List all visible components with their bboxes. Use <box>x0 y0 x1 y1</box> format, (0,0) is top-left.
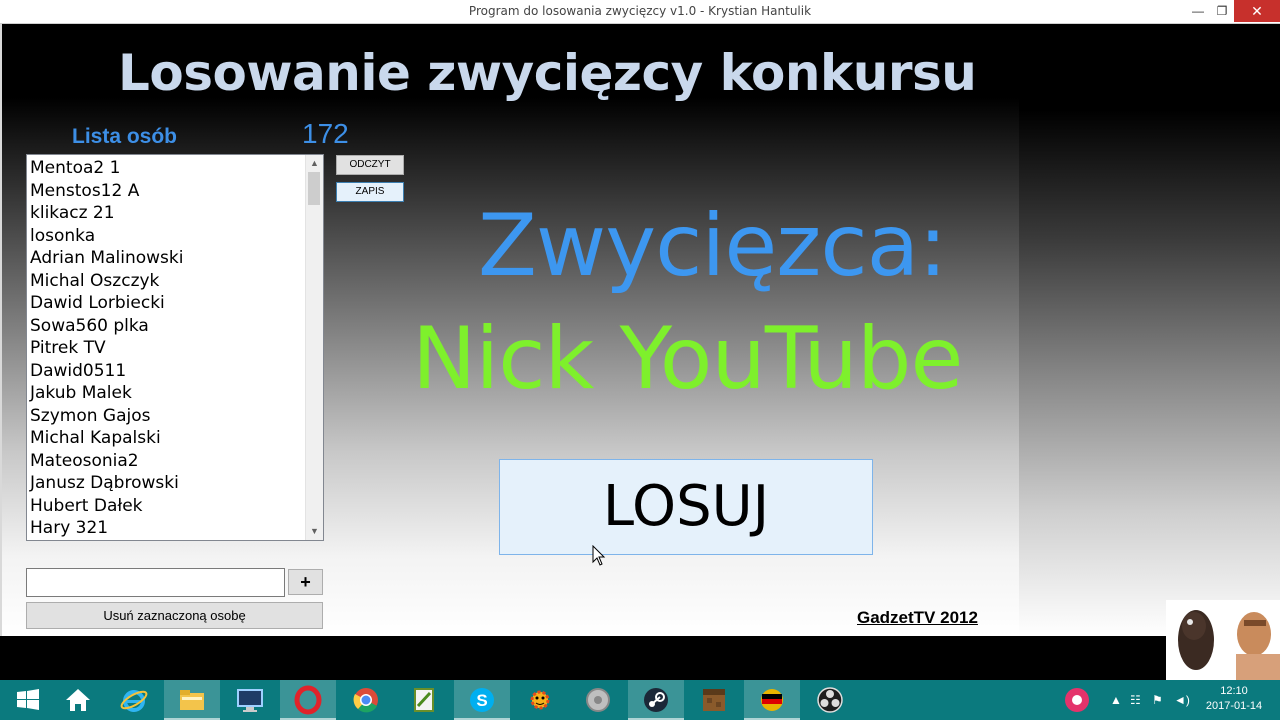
footer-credit: GadzetTV 2012 <box>857 608 978 627</box>
scroll-down-icon[interactable]: ▼ <box>306 523 323 540</box>
taskbar-obs[interactable] <box>802 680 858 720</box>
character-overlay-image <box>1166 600 1280 680</box>
show-hidden-icons-icon[interactable]: ▲ <box>1110 693 1122 707</box>
chrome-icon <box>353 688 378 713</box>
add-person-button[interactable]: + <box>288 569 323 595</box>
list-item[interactable]: Hubert Dałek <box>30 495 183 518</box>
new-person-input[interactable] <box>26 568 285 597</box>
list-item[interactable]: Janusz Dąbrowski <box>30 472 183 495</box>
taskbar-monitor[interactable] <box>222 680 278 720</box>
list-item[interactable]: Adrian Malinowski <box>30 247 183 270</box>
steam-icon <box>644 688 668 712</box>
skype-icon: S <box>470 688 494 712</box>
taskbar-notepad[interactable] <box>396 680 452 720</box>
draw-button[interactable]: LOSUJ <box>499 459 873 555</box>
list-item[interactable]: Dawid0511 <box>30 360 183 383</box>
taskbar-steam[interactable] <box>628 680 684 720</box>
taskbar-skype[interactable]: S <box>454 680 510 720</box>
list-item[interactable]: Mateosonia2 <box>30 450 183 473</box>
minecraft-icon <box>703 689 725 711</box>
restore-button[interactable]: ❐ <box>1208 0 1236 22</box>
app-form: Losowanie zwycięzcy konkursu Lista osób … <box>2 24 1019 636</box>
list-item[interactable]: Dawid Lorbiecki <box>30 292 183 315</box>
scrollbar-thumb[interactable] <box>308 172 320 205</box>
taskbar-ie[interactable] <box>106 680 162 720</box>
volume-icon[interactable]: ◄) <box>1174 693 1190 707</box>
taskbar-home[interactable] <box>50 680 106 720</box>
page-title: Losowanie zwycięzcy konkursu <box>118 44 977 102</box>
list-item[interactable]: losonka <box>30 225 183 248</box>
people-count: 172 <box>302 118 349 149</box>
home-icon <box>66 689 90 711</box>
flag-app-icon <box>761 689 783 711</box>
remove-selected-button[interactable]: Usuń zaznaczoną osobę <box>26 602 323 629</box>
speaker-app-icon <box>586 688 610 712</box>
taskbar-speaker-app[interactable] <box>570 680 626 720</box>
sun-app-icon <box>530 690 550 710</box>
window-titlebar: Program do losowania zwycięzcy v1.0 - Kr… <box>0 0 1280 24</box>
clock-time: 12:10 <box>1220 685 1248 697</box>
right-background-pane <box>1019 24 1280 636</box>
system-tray: ▲ ☷ ⚑ ◄) 12:10 2017-01-14 <box>1048 680 1280 720</box>
tray-app-icon[interactable] <box>1062 685 1092 715</box>
taskbar-minecraft[interactable] <box>686 680 742 720</box>
notepad-icon <box>414 688 434 712</box>
list-item[interactable]: Michal Oszczyk <box>30 270 183 293</box>
read-button[interactable]: ODCZYT <box>336 155 404 175</box>
opera-icon <box>294 685 322 715</box>
client-area: Losowanie zwycięzcy konkursu Lista osób … <box>0 24 1280 636</box>
action-center-icon[interactable]: ⚑ <box>1152 693 1163 707</box>
taskbar: S ▲ ☷ ⚑ ◄) 12:10 2017-01-14 <box>0 680 1280 720</box>
file-explorer-icon <box>180 690 204 710</box>
mouse-cursor-icon <box>592 545 606 566</box>
taskbar-opera[interactable] <box>280 680 336 720</box>
list-item[interactable]: Michal Kapalski <box>30 427 183 450</box>
internet-explorer-icon <box>120 690 148 712</box>
list-item[interactable]: Pitrek TV <box>30 337 183 360</box>
taskbar-flag-app[interactable] <box>744 680 800 720</box>
taskbar-sun-app[interactable] <box>512 680 568 720</box>
close-button[interactable]: ✕ <box>1234 0 1280 22</box>
taskbar-clock[interactable]: 12:10 2017-01-14 <box>1204 684 1264 714</box>
monitor-icon <box>237 689 263 712</box>
list-item[interactable]: Hary 321 <box>30 517 183 540</box>
taskbar-chrome[interactable] <box>338 680 394 720</box>
people-list-label: Lista osób <box>72 125 178 148</box>
list-item[interactable]: Mentoa2 1 <box>30 157 183 180</box>
save-button[interactable]: ZAPIS <box>336 182 404 202</box>
obs-icon <box>817 687 843 713</box>
list-item[interactable]: Menstos12 A <box>30 180 183 203</box>
character-art-icon <box>1166 600 1280 680</box>
people-listbox[interactable]: Mentoa2 1 Menstos12 Aklikacz 21 losonka Adr… <box>26 154 324 541</box>
people-list-items: Mentoa2 1 Menstos12 Aklikacz 21 losonka Adr… <box>30 157 183 540</box>
scroll-up-icon[interactable]: ▲ <box>306 155 323 172</box>
taskbar-explorer[interactable] <box>164 680 220 720</box>
list-item[interactable]: Szymon Gajos <box>30 405 183 428</box>
svg-text:S: S <box>476 691 487 710</box>
winner-name: Nick YouTube <box>412 309 963 409</box>
windows-start-icon <box>17 689 39 710</box>
window-title: Program do losowania zwycięzcy v1.0 - Kr… <box>468 4 812 18</box>
list-item[interactable]: Jakub Malek <box>30 382 183 405</box>
network-icon[interactable]: ☷ <box>1130 693 1141 707</box>
list-item[interactable]: klikacz 21 <box>30 202 183 225</box>
winner-label: Zwycięzca: <box>478 196 947 296</box>
start-button[interactable] <box>0 680 56 720</box>
bottom-band <box>0 636 1280 680</box>
listbox-scrollbar[interactable]: ▲ ▼ <box>305 155 323 540</box>
clock-date: 2017-01-14 <box>1205 700 1263 712</box>
list-item[interactable]: Sowa560 plka <box>30 315 183 338</box>
